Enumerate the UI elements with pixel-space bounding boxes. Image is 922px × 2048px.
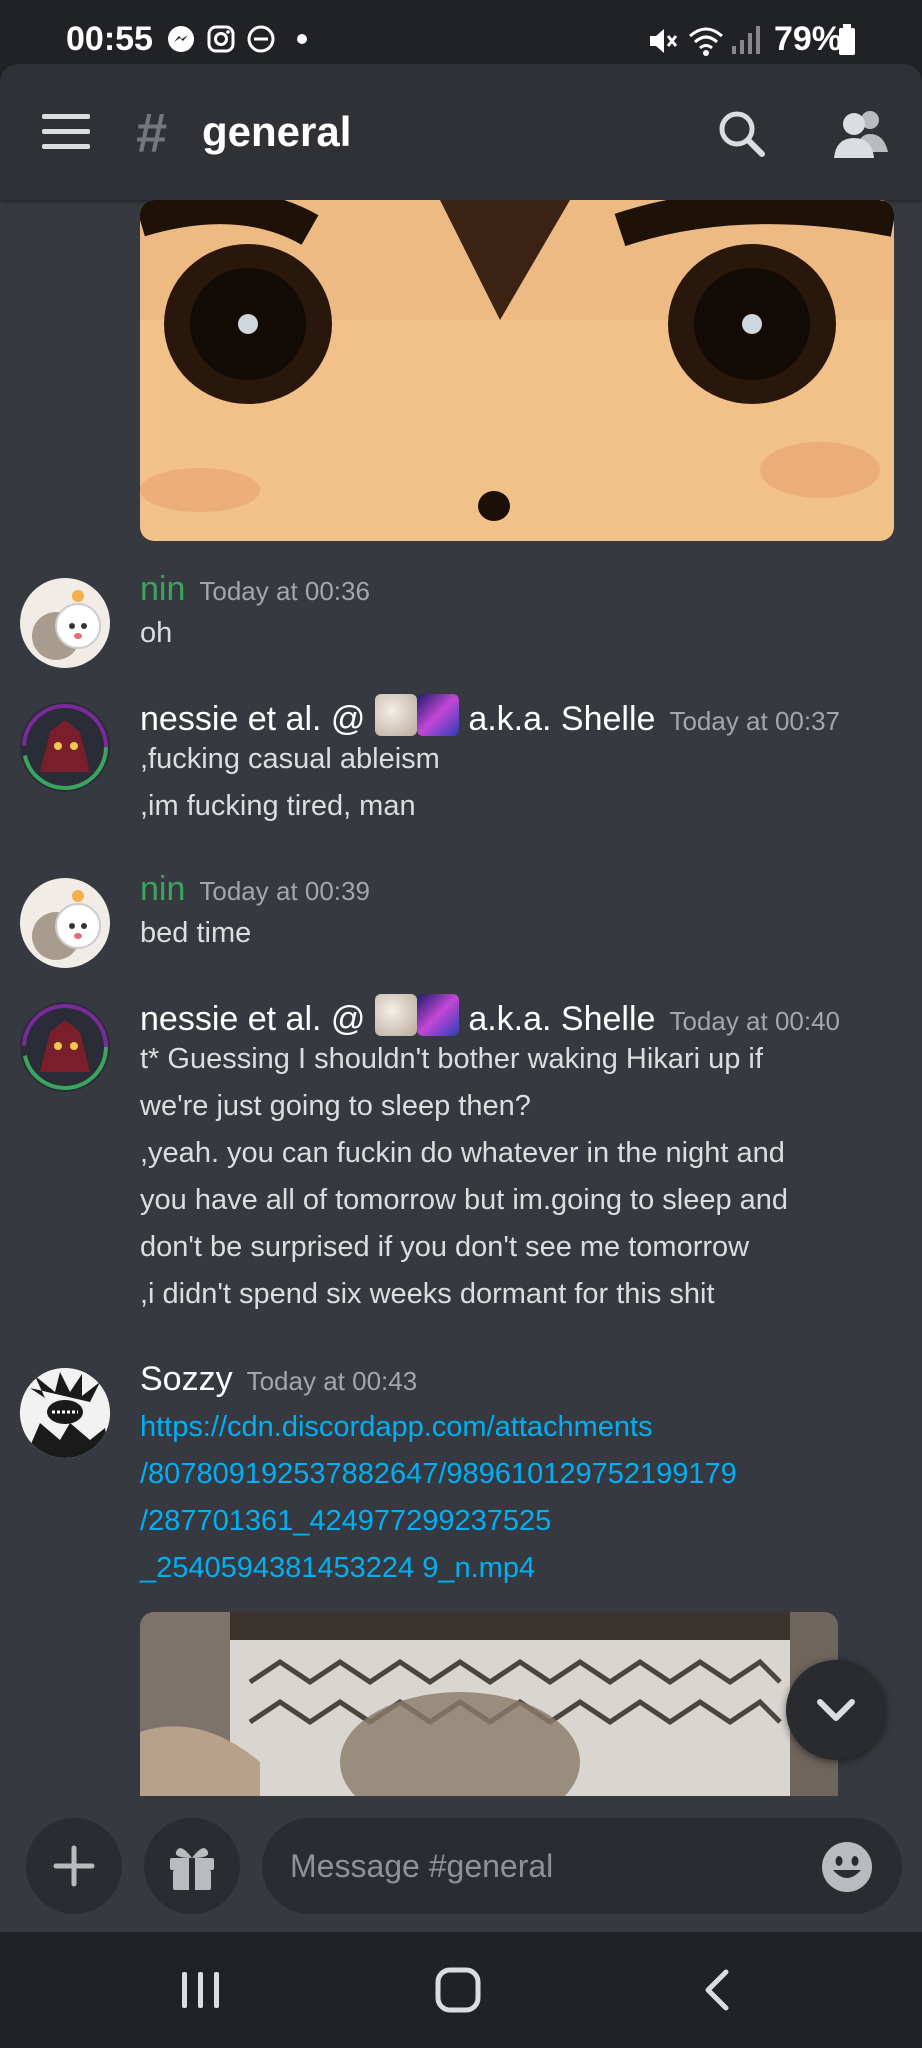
- message-header: Sozzy Today at 00:43: [140, 1360, 417, 1399]
- username-suffix: a.k.a. Shelle: [468, 1000, 656, 1038]
- message-line: don't be surprised if you don't see me t…: [140, 1231, 750, 1263]
- message-content: bed time: [140, 910, 882, 957]
- link-line[interactable]: _2540594381453224 9_n.mp4: [140, 1545, 882, 1592]
- system-navigation-bar: [0, 1932, 922, 2048]
- menu-icon[interactable]: [42, 114, 90, 150]
- recent-apps-icon[interactable]: [170, 1966, 230, 2014]
- channel-name: general: [202, 108, 352, 155]
- link-line[interactable]: https://cdn.discordapp.com/attachments: [140, 1404, 882, 1451]
- timestamp: Today at 00:36: [199, 576, 370, 606]
- signal-icon: [732, 26, 760, 54]
- message-header: nin Today at 00:36: [140, 570, 370, 609]
- username-prefix: nessie et al. @: [140, 1000, 366, 1038]
- message[interactable]: nin Today at 00:39 bed time: [0, 870, 922, 980]
- message-header: nessie et al. @ a.k.a. Shelle Today at 00…: [140, 994, 840, 1039]
- timestamp: Today at 00:43: [246, 1366, 418, 1396]
- message-line: ,i didn't spend six weeks dormant for th…: [140, 1278, 715, 1310]
- message-line: t* Guessing I shouldn't bother waking Hi…: [140, 1043, 763, 1075]
- chevron-down-icon: [817, 1699, 855, 1721]
- username[interactable]: Sozzy: [140, 1360, 233, 1398]
- message[interactable]: nessie et al. @ a.k.a. Shelle Today at 00…: [0, 694, 922, 854]
- username[interactable]: nin: [140, 870, 185, 908]
- anime-face-image: [140, 200, 894, 541]
- username[interactable]: nessie et al. @ a.k.a. Shelle: [140, 694, 656, 738]
- avatar[interactable]: [20, 1368, 110, 1458]
- avatar[interactable]: [20, 1002, 110, 1092]
- message-link[interactable]: https://cdn.discordapp.com/attachments /…: [140, 1404, 882, 1592]
- message-line: ,fucking casual ableism: [140, 743, 440, 775]
- username-suffix: a.k.a. Shelle: [468, 700, 656, 738]
- message-input-placeholder: Message #general: [290, 1848, 554, 1884]
- link-line[interactable]: /807809192537882647/989610129752199179: [140, 1451, 882, 1498]
- dot-icon: [297, 34, 307, 44]
- message-composer: Message #general: [0, 1796, 922, 1932]
- messenger-icon: [168, 26, 194, 52]
- shell-emoji-icon: [374, 694, 417, 736]
- gift-icon: [170, 1848, 214, 1890]
- message[interactable]: nin Today at 00:36 oh: [0, 570, 922, 680]
- search-icon[interactable]: [712, 104, 772, 164]
- username[interactable]: nin: [140, 570, 185, 608]
- avatar[interactable]: [20, 878, 110, 968]
- do-not-disturb-icon: [247, 25, 275, 53]
- message[interactable]: Sozzy Today at 00:43 https://cdn.discorda…: [0, 1360, 922, 1796]
- gift-button[interactable]: [144, 1818, 240, 1914]
- add-attachment-button[interactable]: [26, 1818, 122, 1914]
- message-line: bed time: [140, 917, 252, 949]
- instagram-icon: [207, 25, 235, 53]
- back-icon[interactable]: [688, 1964, 748, 2016]
- message-line: we're just going to sleep then?: [140, 1090, 531, 1122]
- image-attachment[interactable]: [140, 200, 894, 541]
- clock: 00:55: [66, 20, 153, 58]
- message-content: t* Guessing I shouldn't bother waking Hi…: [140, 1036, 882, 1318]
- message-header: nin Today at 00:39: [140, 870, 370, 909]
- timestamp: Today at 00:39: [199, 876, 370, 906]
- message-line: oh: [140, 617, 173, 649]
- message-line: ,im fucking tired, man: [140, 790, 416, 822]
- galaxy-emoji-icon: [416, 994, 459, 1036]
- home-icon[interactable]: [428, 1964, 488, 2016]
- mute-icon: [650, 29, 678, 53]
- message-line: ,yeah. you can fuckin do whatever in the…: [140, 1137, 785, 1169]
- channel-hash-icon: #: [136, 101, 168, 164]
- wifi-icon: [689, 27, 723, 56]
- link-line[interactable]: /287701361_424977299237525: [140, 1498, 882, 1545]
- galaxy-emoji-icon: [416, 694, 459, 736]
- message[interactable]: nessie et al. @ a.k.a. Shelle Today at 00…: [0, 994, 922, 1334]
- message-content: ,fucking casual ableism ,im fucking tire…: [140, 736, 882, 830]
- channel-header: # general: [0, 64, 922, 200]
- video-thumbnail: [140, 1612, 838, 1796]
- jump-to-present-button[interactable]: [786, 1660, 886, 1760]
- timestamp: Today at 00:40: [669, 1006, 841, 1036]
- message-list[interactable]: nin Today at 00:36 oh nessie et al. @ a.k…: [0, 200, 922, 1796]
- members-icon[interactable]: [828, 104, 892, 164]
- message-line: you have all of tomorrow but im.going to…: [140, 1184, 789, 1216]
- username-prefix: nessie et al. @: [140, 700, 366, 738]
- message-input[interactable]: Message #general: [262, 1818, 902, 1914]
- avatar[interactable]: [20, 702, 110, 792]
- timestamp: Today at 00:37: [669, 706, 841, 736]
- battery-percent: 79%: [773, 20, 842, 58]
- shell-emoji-icon: [374, 994, 417, 1036]
- username[interactable]: nessie et al. @ a.k.a. Shelle: [140, 994, 656, 1038]
- plus-icon: [53, 1845, 95, 1887]
- message-content: oh: [140, 610, 882, 657]
- battery-icon: [839, 24, 855, 55]
- emoji-picker-icon[interactable]: [820, 1840, 874, 1894]
- message-header: nessie et al. @ a.k.a. Shelle Today at 00…: [140, 694, 840, 739]
- video-attachment[interactable]: [140, 1612, 838, 1796]
- avatar[interactable]: [20, 578, 110, 668]
